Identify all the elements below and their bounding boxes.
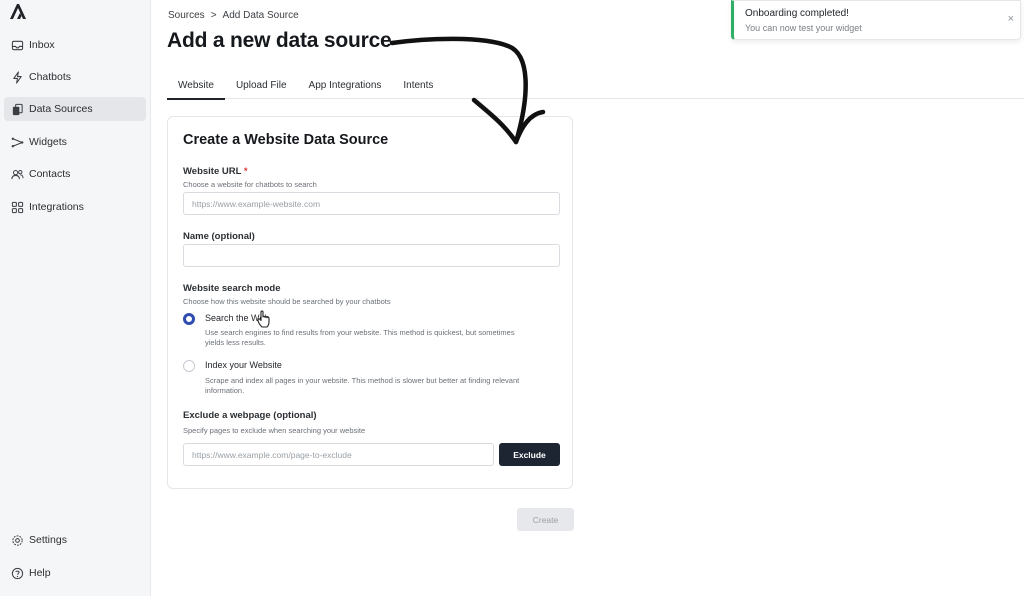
sidebar-item-help[interactable]: Help [4, 561, 146, 585]
annotation-arrow-icon [389, 36, 546, 145]
index-website-radio[interactable] [183, 360, 195, 372]
search-the-web-desc: Use search engines to find results from … [205, 328, 515, 347]
sidebar: Inbox Chatbots Data Sources Widgets Cont… [0, 0, 151, 596]
index-website-desc: Scrape and index all pages in your websi… [205, 376, 520, 395]
close-icon[interactable]: × [1008, 13, 1014, 25]
breadcrumb-current: Add Data Source [222, 10, 299, 21]
bolt-icon [11, 70, 24, 84]
search-mode-label: Website search mode [183, 283, 281, 294]
breadcrumb-separator: > [210, 10, 217, 21]
website-source-card: Create a Website Data Source Website URL… [167, 116, 573, 489]
search-the-web-radio[interactable] [183, 313, 195, 325]
sidebar-item-contacts[interactable]: Contacts [4, 162, 146, 186]
exclude-button[interactable]: Exclude [499, 443, 560, 466]
sidebar-item-label: Data Sources [29, 103, 93, 115]
sidebar-item-integrations[interactable]: Integrations [4, 195, 146, 219]
inbox-icon [11, 39, 24, 52]
hand-cursor-icon [257, 310, 270, 328]
sidebar-item-chatbots[interactable]: Chatbots [4, 65, 146, 89]
sidebar-item-label: Settings [29, 534, 67, 546]
website-url-input[interactable]: https://www.example-website.com [183, 192, 560, 215]
exclude-url-input[interactable]: https://www.example.com/page-to-exclude [183, 443, 494, 466]
toast-notification: Onboarding completed! You can now test y… [731, 0, 1021, 40]
documents-icon [11, 103, 24, 116]
app-logo-icon[interactable] [8, 2, 28, 20]
sidebar-item-inbox[interactable]: Inbox [4, 33, 146, 57]
grid-icon [11, 201, 24, 214]
tab-website[interactable]: Website [167, 72, 225, 100]
website-url-label: Website URL * [183, 166, 248, 177]
share-icon [11, 136, 24, 149]
name-label: Name (optional) [183, 231, 255, 242]
card-title: Create a Website Data Source [183, 132, 389, 148]
sidebar-item-label: Widgets [29, 136, 67, 148]
breadcrumb: Sources > Add Data Source [168, 10, 299, 21]
create-button[interactable]: Create [517, 508, 574, 531]
exclude-hint: Specify pages to exclude when searching … [183, 426, 366, 435]
sidebar-item-label: Inbox [29, 39, 55, 51]
sidebar-item-label: Chatbots [29, 71, 72, 83]
tab-upload-file[interactable]: Upload File [225, 72, 298, 99]
sidebar-item-settings[interactable]: Settings [4, 528, 146, 552]
required-mark: * [243, 166, 248, 177]
index-website-label[interactable]: Index your Website [205, 360, 282, 370]
users-icon [11, 168, 24, 181]
tab-app-integrations[interactable]: App Integrations [298, 72, 393, 99]
sidebar-item-data-sources[interactable]: Data Sources [4, 97, 146, 121]
exclude-label: Exclude a webpage (optional) [183, 410, 317, 421]
website-url-label-text: Website URL [183, 166, 242, 177]
search-mode-hint: Choose how this website should be search… [183, 297, 391, 306]
sidebar-item-label: Contacts [29, 168, 71, 180]
tab-bar: Website Upload File App Integrations Int… [167, 72, 1024, 100]
toast-title: Onboarding completed! [745, 8, 849, 19]
help-icon [11, 567, 24, 580]
sidebar-item-label: Help [29, 567, 51, 579]
sidebar-item-widgets[interactable]: Widgets [4, 130, 146, 154]
sidebar-item-label: Integrations [29, 201, 84, 213]
website-url-hint: Choose a website for chatbots to search [183, 180, 317, 189]
gear-icon [11, 534, 24, 547]
breadcrumb-parent[interactable]: Sources [168, 10, 205, 21]
name-input[interactable] [183, 244, 560, 267]
page-title: Add a new data source [167, 29, 392, 52]
toast-message: You can now test your widget [745, 23, 862, 33]
